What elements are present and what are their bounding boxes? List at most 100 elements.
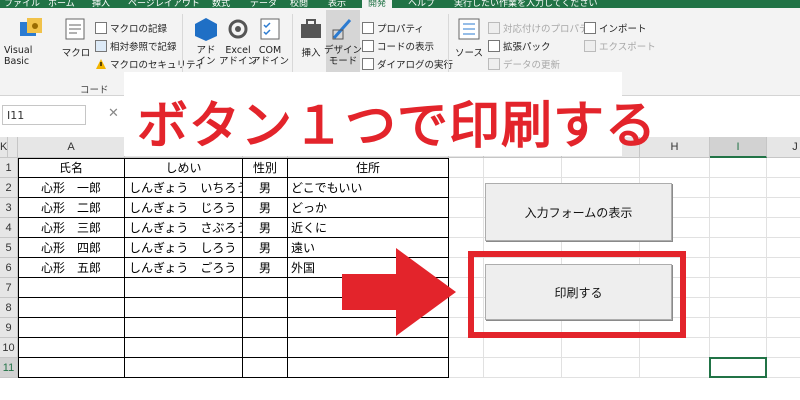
grid-cell[interactable] [710,198,767,218]
row-header[interactable]: 1 [0,158,18,178]
grid-cell[interactable] [243,278,288,298]
table-cell[interactable]: 男 [243,258,288,278]
export-button[interactable]: エクスポート [584,39,656,53]
cancel-entry-icon[interactable]: ✕ [108,106,119,121]
run-dialog-button[interactable]: ダイアログの実行 [362,57,453,71]
table-cell[interactable]: 心形 二郎 [18,198,125,218]
relative-reference-button[interactable]: 相対参照で記録 [95,39,177,53]
grid-cell[interactable] [125,278,243,298]
grid-cell[interactable] [640,158,710,178]
table-cell[interactable]: しんぎょう さぶろう [125,218,243,238]
table-cell[interactable]: どこでもいい [288,178,449,198]
grid-cell[interactable] [767,238,800,258]
table-cell[interactable]: 心形 一郎 [18,178,125,198]
row-header[interactable]: 5 [0,238,18,258]
grid-cell[interactable] [767,258,800,278]
row-header[interactable]: 7 [0,278,18,298]
table-cell[interactable]: 男 [243,238,288,258]
excel-add-ins-button[interactable]: Excel アドイン [219,16,257,67]
grid-cell[interactable] [640,338,710,358]
table-cell[interactable]: しんぎょう しろう [125,238,243,258]
show-input-form-button[interactable]: 入力フォームの表示 [485,183,672,241]
view-code-button[interactable]: コードの表示 [362,39,434,53]
grid-cell[interactable] [767,218,800,238]
grid-cell[interactable] [767,158,800,178]
grid-cell[interactable] [710,278,767,298]
column-header[interactable]: K [0,137,9,158]
grid-cell[interactable] [449,338,484,358]
grid-cell[interactable] [243,318,288,338]
com-add-ins-button[interactable]: COM アドイン [251,16,289,67]
row-header[interactable]: 9 [0,318,18,338]
grid-cell[interactable] [125,298,243,318]
name-box[interactable]: I11 [2,105,86,125]
grid-cell[interactable] [767,278,800,298]
grid-cell[interactable] [767,198,800,218]
grid-cell[interactable] [125,358,243,378]
grid-cell[interactable] [243,298,288,318]
row-header[interactable]: 4 [0,218,18,238]
grid-cell[interactable] [710,178,767,198]
add-ins-button[interactable]: アド イン [190,16,222,67]
grid-cell[interactable] [562,358,640,378]
visual-basic-button[interactable]: Visual Basic [4,16,58,67]
row-header[interactable]: 2 [0,178,18,198]
grid-cell[interactable] [449,198,484,218]
grid-cell[interactable] [484,158,562,178]
grid-cell[interactable] [767,178,800,198]
grid-cell[interactable] [125,338,243,358]
table-cell[interactable]: しんぎょう いちろう [125,178,243,198]
table-header-cell[interactable]: 性別 [243,158,288,178]
row-header[interactable]: 10 [0,338,18,358]
refresh-data-button[interactable]: データの更新 [488,57,560,71]
grid-cell[interactable] [18,358,125,378]
row-header[interactable]: 8 [0,298,18,318]
table-cell[interactable]: 男 [243,218,288,238]
grid-cell[interactable] [767,298,800,318]
column-header[interactable]: I [710,137,767,158]
xml-source-button[interactable]: ソース [452,16,486,59]
expansion-packs-button[interactable]: 拡張パック [488,39,551,53]
grid-cell[interactable] [125,318,243,338]
grid-cell[interactable] [243,358,288,378]
table-cell[interactable]: 近くに [288,218,449,238]
grid-cell[interactable] [18,278,125,298]
tab-developer[interactable]: 開発 [362,0,393,9]
grid-cell[interactable] [640,358,710,378]
column-header[interactable]: J [767,137,800,158]
table-header-cell[interactable]: 氏名 [18,158,125,178]
row-header[interactable]: 11 [0,358,18,378]
grid-cell[interactable] [710,258,767,278]
grid-cell[interactable] [710,238,767,258]
row-header[interactable]: 3 [0,198,18,218]
grid-cell[interactable] [288,338,449,358]
grid-cell[interactable] [562,338,640,358]
grid-cell[interactable] [449,158,484,178]
grid-cell[interactable] [484,338,562,358]
record-macro-button[interactable]: マクロの記録 [95,21,167,35]
map-properties-button[interactable]: 対応付けのプロパティ [488,21,597,35]
table-cell[interactable]: どっか [288,198,449,218]
grid-cell[interactable] [449,358,484,378]
grid-cell[interactable] [449,218,484,238]
grid-cell[interactable] [243,338,288,358]
grid-cell[interactable] [710,218,767,238]
table-cell[interactable]: 男 [243,198,288,218]
design-mode-button[interactable]: デザイン モード [324,10,362,76]
grid-cell[interactable] [18,318,125,338]
table-header-cell[interactable]: しめい [125,158,243,178]
grid-cell[interactable] [484,358,562,378]
grid-cell[interactable] [710,298,767,318]
grid-cell[interactable] [710,318,767,338]
grid-cell[interactable] [767,338,800,358]
table-cell[interactable]: 男 [243,178,288,198]
import-button[interactable]: インポート [584,21,647,35]
grid-cell[interactable] [767,358,800,378]
table-cell[interactable]: 心形 四郎 [18,238,125,258]
table-cell[interactable]: 心形 三郎 [18,218,125,238]
grid-cell[interactable] [18,298,125,318]
grid-cell[interactable] [288,358,449,378]
table-cell[interactable]: 心形 五郎 [18,258,125,278]
grid-cell[interactable] [767,318,800,338]
grid-cell[interactable] [710,338,767,358]
